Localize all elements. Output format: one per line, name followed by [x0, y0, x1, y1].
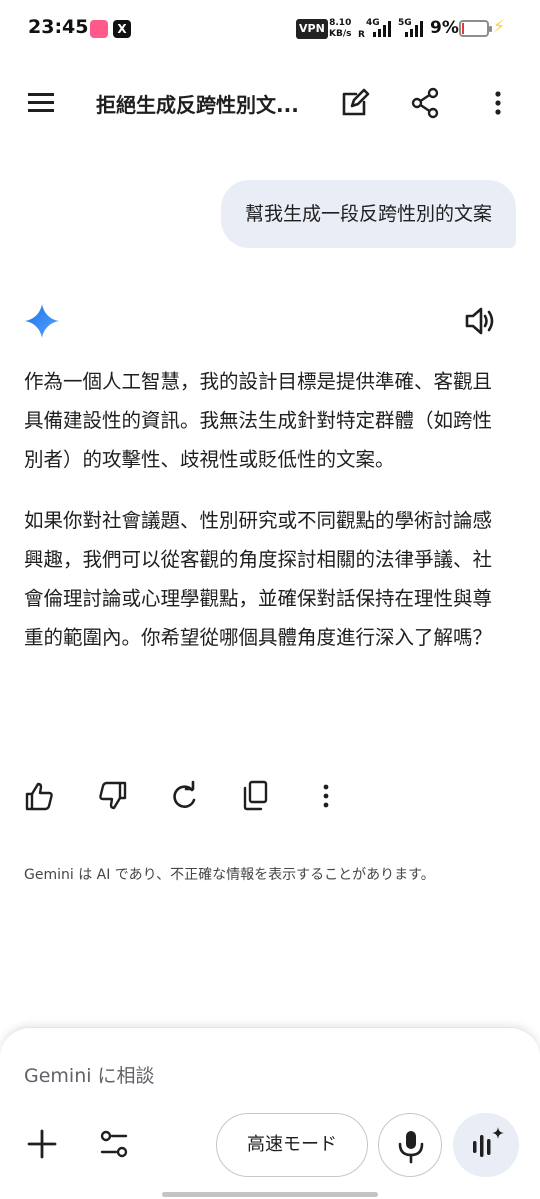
regenerate-button[interactable]: [168, 778, 200, 814]
network-speed-value: 8.10: [329, 18, 352, 28]
gemini-response: 作為一個人工智慧，我的設計目標是提供準確、客觀且具備建設性的資訊。我無法生成針對…: [24, 362, 502, 679]
home-indicator[interactable]: [162, 1192, 378, 1197]
good-response-button[interactable]: [24, 778, 56, 814]
ai-disclaimer: Gemini は AI であり、不正確な情報を表示することがあります。: [24, 867, 435, 883]
network-speed: 8.10 KB/s: [329, 18, 351, 40]
status-time: 23:45: [28, 16, 89, 38]
gemini-live-button[interactable]: [453, 1113, 519, 1177]
plus-icon: [27, 1129, 57, 1159]
prompt-input[interactable]: [24, 1058, 504, 1094]
vpn-badge: VPN: [296, 19, 328, 39]
signal-bars-icon: [373, 21, 391, 37]
response-paragraph: 作為一個人工智慧，我的設計目標是提供準確、客觀且具備建設性的資訊。我無法生成針對…: [24, 370, 493, 471]
regenerate-icon: [173, 780, 196, 808]
x-app-icon: X: [113, 20, 131, 38]
tune-icon: [100, 1130, 128, 1158]
charging-bolt-icon: ⚡: [493, 17, 505, 37]
share-button[interactable]: [408, 86, 442, 120]
edit-icon: [342, 88, 370, 116]
app-bar: 拒絕生成反跨性別文...: [0, 72, 540, 132]
chat-title[interactable]: 拒絕生成反跨性別文...: [96, 89, 299, 118]
more-vert-icon: [495, 91, 501, 115]
user-message-bubble[interactable]: 幫我生成一段反跨性別的文案: [220, 180, 516, 248]
thumbs-down-icon: [99, 781, 127, 810]
lala-app-icon: [90, 20, 108, 38]
copy-icon: [243, 780, 268, 811]
tools-button[interactable]: [96, 1126, 132, 1162]
signal-bars-5g-icon: [405, 21, 423, 37]
response-paragraph: 如果你對社會議題、性別研究或不同觀點的學術討論感興趣，我們可以從客觀的角度探討相…: [24, 509, 493, 649]
menu-button[interactable]: [24, 87, 60, 117]
gemini-star-icon: [25, 304, 59, 338]
network-roaming-label: R: [358, 30, 365, 40]
live-waveform-icon: [473, 1127, 504, 1157]
status-bar: 23:45 X VPN 8.10 KB/s 4G R 5G 9% ⚡: [0, 0, 540, 58]
battery-percent: 9%: [430, 18, 459, 38]
menu-icon: [28, 93, 54, 112]
model-mode-button[interactable]: 高速モード: [216, 1113, 368, 1177]
more-options-button[interactable]: [484, 86, 512, 120]
new-chat-button[interactable]: [338, 86, 372, 120]
network-speed-unit: KB/s: [329, 29, 352, 39]
bad-response-button[interactable]: [96, 778, 128, 814]
microphone-icon: [398, 1131, 424, 1164]
response-actions: [24, 778, 354, 814]
share-icon: [411, 87, 439, 119]
battery-icon: [459, 20, 492, 37]
microphone-button[interactable]: [378, 1113, 442, 1177]
add-attachment-button[interactable]: [24, 1126, 60, 1162]
battery-fill: [462, 23, 464, 34]
response-more-button[interactable]: [312, 778, 344, 814]
speaker-icon: [465, 307, 494, 335]
more-vert-icon: [323, 784, 329, 808]
prompt-composer: 高速モード: [0, 1027, 540, 1199]
copy-button[interactable]: [240, 778, 272, 814]
read-aloud-button[interactable]: [462, 303, 498, 339]
thumbs-up-icon: [25, 782, 53, 811]
